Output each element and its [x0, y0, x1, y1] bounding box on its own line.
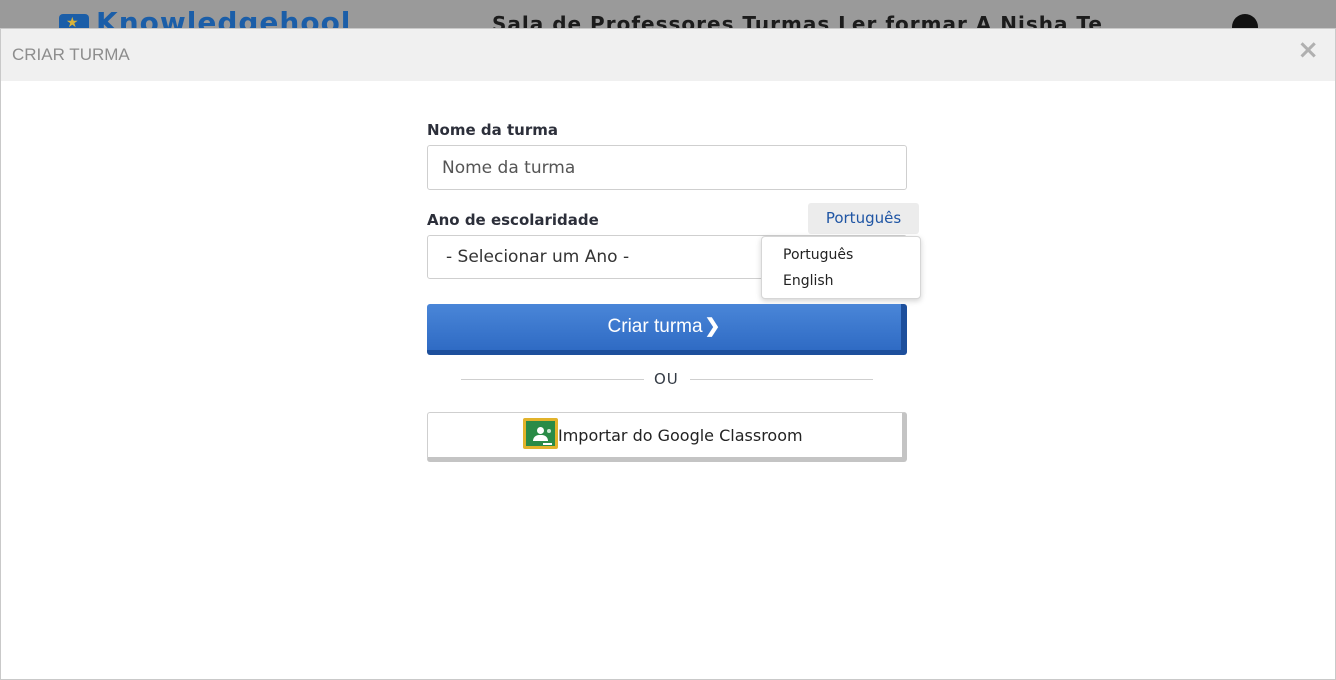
divider-line-right [690, 379, 873, 380]
logo-icon [59, 14, 89, 28]
divider-line-left [461, 379, 644, 380]
create-class-button-label: Criar turma [607, 316, 703, 337]
class-name-label: Nome da turma [427, 121, 558, 139]
divider-text: OU [654, 370, 679, 388]
logo-text: Knowledgehool [96, 6, 352, 28]
google-classroom-icon [523, 418, 558, 449]
modal-title: CRIAR TURMA [12, 45, 130, 64]
chevron-right-icon: ❯ [704, 316, 721, 337]
close-icon[interactable]: × [1297, 37, 1319, 63]
class-name-input[interactable] [427, 145, 907, 190]
language-button[interactable]: Português [808, 203, 919, 234]
import-google-classroom-button[interactable]: Importar do Google Classroom [427, 412, 907, 462]
grade-select-value: - Selecionar um Ano - [446, 247, 630, 267]
create-class-button[interactable]: Criar turma ❯ [427, 304, 907, 355]
modal-header: CRIAR TURMA × [1, 29, 1335, 81]
background-nav: Sala de Professores Turmas Ler formar A … [492, 12, 1103, 28]
language-option-portugues[interactable]: Português [762, 245, 920, 271]
background-page-header: Knowledgehool Sala de Professores Turmas… [0, 0, 1336, 28]
language-option-english[interactable]: English [762, 271, 920, 297]
user-avatar-icon [1232, 14, 1258, 28]
grade-label: Ano de escolaridade [427, 211, 599, 229]
language-menu: Português English [761, 236, 921, 299]
google-classroom-label: Importar do Google Classroom [558, 426, 803, 445]
